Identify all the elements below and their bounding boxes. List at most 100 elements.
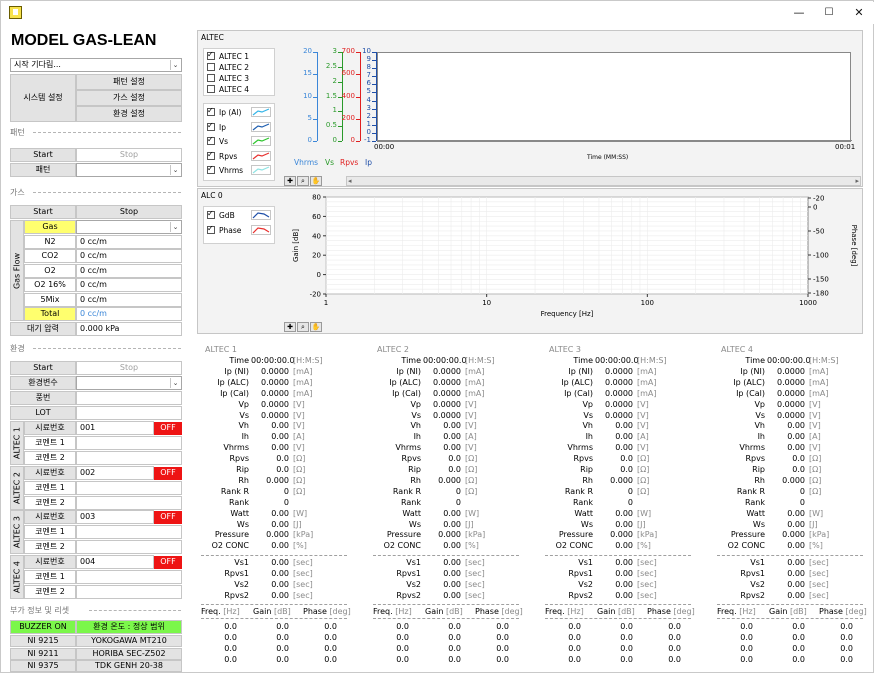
time-readout-label: Vs2 <box>750 579 765 589</box>
y-tick-label: 40 <box>312 232 321 240</box>
readout-value: 0.0000 <box>605 399 633 409</box>
channel-checkbox[interactable] <box>207 85 215 93</box>
zoom-tool-icon[interactable]: ⌕ <box>297 176 309 186</box>
readout-value: 0.000 <box>266 475 289 485</box>
status-off-indicator[interactable]: OFF <box>154 466 182 480</box>
comment-2-input[interactable] <box>76 540 182 555</box>
alc-series-checkbox[interactable] <box>207 224 215 234</box>
scroll-left-icon[interactable]: ◂ <box>348 177 352 185</box>
time-readout-label: Rpvs1 <box>224 568 249 578</box>
channel-checkbox[interactable] <box>207 63 215 71</box>
time-readout-value: 0.00 <box>615 590 633 600</box>
maximize-button[interactable]: ☐ <box>819 5 839 21</box>
gas-stop-button[interactable]: Stop <box>76 205 182 219</box>
close-button[interactable]: ✕ <box>849 5 869 21</box>
readout-unit: [mA] <box>465 388 485 398</box>
freq-value: 0.0 <box>840 622 853 631</box>
status-off-indicator[interactable]: OFF <box>154 556 182 570</box>
readout-label: Time <box>401 356 421 365</box>
status-off-indicator[interactable]: OFF <box>154 422 182 435</box>
plot-checkbox[interactable] <box>207 121 215 131</box>
readout-label: Vh <box>754 421 765 431</box>
readout-divider <box>201 618 347 619</box>
channel-checkbox[interactable] <box>207 50 215 60</box>
scroll-right-icon[interactable]: ▸ <box>855 177 859 185</box>
freq-header-unit: [dB] <box>445 607 463 616</box>
readout-value: 0.000 <box>610 530 633 540</box>
freq-header-unit: [deg] <box>501 607 523 616</box>
plot-checkbox[interactable] <box>207 135 215 145</box>
pungbun-input[interactable] <box>76 391 182 405</box>
freq-header-name: Freq. <box>201 607 221 616</box>
comment-2-input[interactable] <box>76 585 182 600</box>
start-status-select[interactable]: 시작 기다림... ⌄ <box>10 58 182 72</box>
time-plot-area[interactable] <box>377 52 852 142</box>
readout-label: Ih <box>413 432 421 442</box>
time-scrollbar[interactable]: ◂ ▸ <box>346 176 861 186</box>
lot-input[interactable] <box>76 406 182 420</box>
gas-select[interactable]: ⌄ <box>76 220 182 234</box>
time-readout-value: 0.00 <box>271 579 289 589</box>
device-port: NI 9375 <box>10 660 76 672</box>
bode-ylabel: Gain [dB] <box>292 229 300 262</box>
env-stop-button[interactable]: Stop <box>76 361 182 375</box>
lot-label: LOT <box>10 406 76 420</box>
readout-value: 0.00 <box>787 519 805 529</box>
freq-value: 0.0 <box>396 632 409 642</box>
sample-number-input[interactable]: 003 <box>76 510 154 525</box>
zoom-tool-icon[interactable]: ⌕ <box>297 322 309 332</box>
minimize-button[interactable]: — <box>789 5 809 21</box>
sample-number-input[interactable]: 002 <box>76 465 154 480</box>
altec-column-title: ALTEC 1 <box>205 345 237 354</box>
env-settings-button[interactable]: 환경 설정 <box>76 106 182 122</box>
env-start-button[interactable]: Start <box>10 361 76 375</box>
buzzer-button[interactable]: BUZZER ON <box>10 620 76 634</box>
plot-checkbox[interactable] <box>207 150 215 160</box>
comment-1-input[interactable] <box>76 525 182 540</box>
pattern-select[interactable]: ⌄ <box>76 163 182 177</box>
readout-value: 0.00 <box>271 519 289 529</box>
time-readout-label: Rpvs2 <box>224 590 249 600</box>
comment-1-input[interactable] <box>76 436 182 450</box>
readout-unit: [H:M:S] <box>809 356 839 365</box>
channel-checkbox[interactable] <box>207 74 215 82</box>
pattern-label: 패턴 <box>10 163 76 177</box>
sample-number-input[interactable]: 004 <box>76 555 154 570</box>
freq-value: 0.0 <box>224 654 237 664</box>
readout-value: 0.0000 <box>777 388 805 398</box>
pan-tool-icon[interactable]: ✋ <box>310 176 322 186</box>
gas-settings-button[interactable]: 가스 설정 <box>76 90 182 106</box>
env-var-select[interactable]: ⌄ <box>76 376 182 390</box>
cursor-tool-icon[interactable]: ✚ <box>284 176 296 186</box>
comment-2-input[interactable] <box>76 495 182 510</box>
readout-unit: [mA] <box>293 388 313 398</box>
comment-1-input[interactable] <box>76 570 182 585</box>
plot-checkbox[interactable] <box>207 164 215 174</box>
pattern-settings-button[interactable]: 패턴 설정 <box>76 74 182 90</box>
freq-header: Phase [deg] <box>475 607 523 616</box>
readout-label: Vs <box>411 410 421 420</box>
comment-1-input[interactable] <box>76 480 182 495</box>
gas-start-button[interactable]: Start <box>10 205 76 219</box>
time-readout-unit: [sec] <box>293 558 313 567</box>
bode-chart[interactable]: 1 10 100 1000806040200-20-200-50-100-150-18… <box>284 189 862 335</box>
time-readout-unit: [sec] <box>809 568 829 578</box>
cursor-tool-icon[interactable]: ✚ <box>284 322 296 332</box>
pan-tool-icon[interactable]: ✋ <box>310 322 322 332</box>
freq-value: 0.0 <box>568 643 581 653</box>
readout-label: Vhrms <box>739 443 765 453</box>
status-off-indicator[interactable]: OFF <box>154 511 182 525</box>
readout-label: Rank <box>401 497 421 507</box>
alc-series-checkbox[interactable] <box>207 209 215 219</box>
readout-unit: [kPa] <box>637 530 658 540</box>
sample-number-input[interactable]: 001 <box>76 421 154 435</box>
pungbun-label: 풍번 <box>10 391 76 405</box>
total-label: Total <box>24 307 76 321</box>
pattern-start-button[interactable]: Start <box>10 148 76 162</box>
readout-label: Ip (NI) <box>568 366 593 376</box>
comment-2-input[interactable] <box>76 451 182 465</box>
time-readout-value: 0.00 <box>271 558 289 567</box>
pattern-stop-button[interactable]: Stop <box>76 148 182 162</box>
plot-checkbox[interactable] <box>207 106 215 116</box>
readout-label: Rh <box>238 475 249 485</box>
